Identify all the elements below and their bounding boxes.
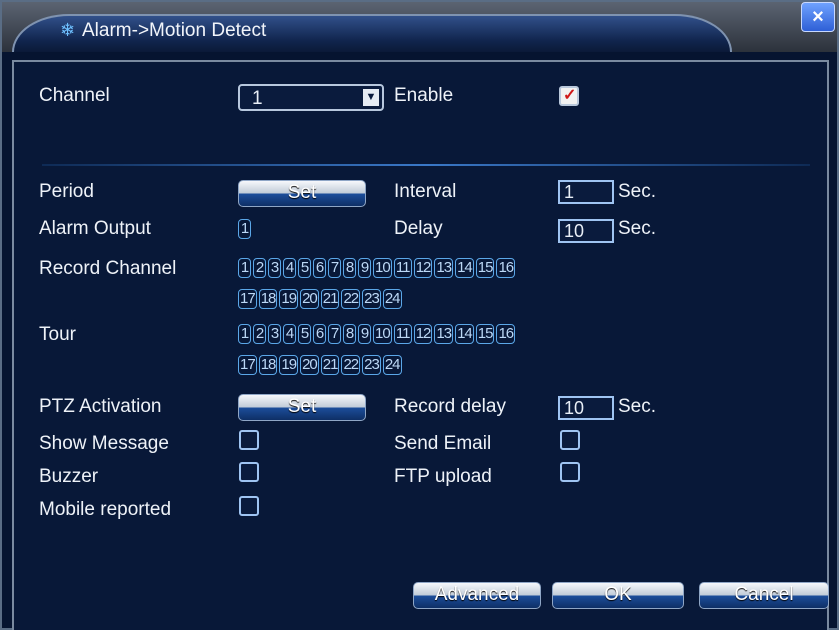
alarm-output-label: Alarm Output	[39, 218, 151, 239]
record-channel-1[interactable]: 1	[238, 258, 251, 278]
chevron-down-icon[interactable]: ▼	[363, 89, 379, 106]
send-email-label: Send Email	[394, 433, 492, 454]
tour-channel-17[interactable]: 17	[238, 355, 257, 375]
settings-panel	[12, 60, 829, 630]
delay-unit: Sec.	[618, 218, 657, 239]
tour-channel-7[interactable]: 7	[328, 324, 341, 344]
buzzer-label: Buzzer	[39, 466, 99, 487]
title-bar: ❄ Alarm->Motion Detect ×	[2, 2, 837, 52]
tour-row-1: 1 2 3 4 5 6 7 8 9 10 11 12 13 14 15 16	[238, 324, 517, 344]
record-channel-6[interactable]: 6	[313, 258, 326, 278]
ok-button[interactable]: OK	[552, 582, 684, 609]
tour-channel-21[interactable]: 21	[320, 355, 340, 375]
enable-label: Enable	[394, 85, 454, 106]
period-set-button[interactable]: Set	[238, 180, 366, 207]
alarm-output-1[interactable]: 1	[238, 219, 251, 239]
tour-row-2: 17 18 19 20 21 22 23 24	[238, 355, 404, 375]
tour-channel-2[interactable]: 2	[253, 324, 266, 344]
record-channel-15[interactable]: 15	[475, 258, 495, 278]
tour-channel-4[interactable]: 4	[283, 324, 296, 344]
record-channel-16[interactable]: 16	[496, 258, 516, 278]
show-message-label: Show Message	[39, 433, 169, 454]
tour-channel-22[interactable]: 22	[341, 355, 361, 375]
record-channel-13[interactable]: 13	[434, 258, 454, 278]
window-title: Alarm->Motion Detect	[82, 20, 267, 41]
interval-input[interactable]: 1	[558, 180, 614, 204]
tour-channel-9[interactable]: 9	[358, 324, 371, 344]
tour-channel-20[interactable]: 20	[300, 355, 319, 375]
record-channel-8[interactable]: 8	[343, 258, 356, 278]
record-channel-row-2: 17 18 19 20 21 22 23 24	[238, 289, 404, 309]
send-email-checkbox[interactable]	[560, 430, 580, 450]
cancel-button[interactable]: Cancel	[699, 582, 829, 609]
record-channel-20[interactable]: 20	[300, 289, 319, 309]
record-channel-12[interactable]: 12	[413, 258, 433, 278]
ftp-upload-checkbox[interactable]	[560, 462, 580, 482]
mobile-reported-label: Mobile reported	[39, 499, 172, 520]
show-message-checkbox[interactable]	[239, 430, 259, 450]
tour-channel-18[interactable]: 18	[258, 355, 278, 375]
tour-channel-14[interactable]: 14	[455, 324, 474, 344]
record-delay-unit: Sec.	[618, 396, 657, 417]
tour-channel-8[interactable]: 8	[343, 324, 356, 344]
record-channel-11[interactable]: 11	[393, 258, 412, 278]
tour-channel-12[interactable]: 12	[413, 324, 433, 344]
record-channel-21[interactable]: 21	[320, 289, 340, 309]
tour-channel-11[interactable]: 11	[393, 324, 412, 344]
record-channel-9[interactable]: 9	[358, 258, 371, 278]
record-channel-14[interactable]: 14	[455, 258, 474, 278]
interval-unit: Sec.	[618, 181, 657, 202]
tour-channel-13[interactable]: 13	[434, 324, 454, 344]
tour-channel-1[interactable]: 1	[238, 324, 251, 344]
alarm-output-grid: 1	[238, 219, 253, 239]
buzzer-checkbox[interactable]	[239, 462, 259, 482]
record-channel-18[interactable]: 18	[258, 289, 278, 309]
tour-channel-6[interactable]: 6	[313, 324, 326, 344]
tour-channel-16[interactable]: 16	[496, 324, 516, 344]
record-channel-5[interactable]: 5	[298, 258, 311, 278]
channel-select[interactable]: 1 ▼	[238, 84, 384, 111]
delay-input[interactable]: 10	[558, 219, 614, 243]
close-button[interactable]: ×	[801, 2, 835, 32]
ptz-set-button[interactable]: Set	[238, 394, 366, 421]
record-channel-label: Record Channel	[39, 258, 177, 279]
alarm-icon: ❄	[60, 20, 76, 40]
record-channel-23[interactable]: 23	[362, 289, 381, 309]
tour-label: Tour	[39, 324, 76, 345]
record-channel-2[interactable]: 2	[253, 258, 266, 278]
tour-channel-10[interactable]: 10	[373, 324, 392, 344]
advanced-button[interactable]: Advanced	[413, 582, 541, 609]
mobile-reported-checkbox[interactable]	[239, 496, 259, 516]
tour-channel-24[interactable]: 24	[382, 355, 402, 375]
record-channel-17[interactable]: 17	[238, 289, 257, 309]
delay-label: Delay	[394, 218, 443, 239]
ptz-activation-label: PTZ Activation	[39, 396, 162, 417]
tour-channel-15[interactable]: 15	[475, 324, 495, 344]
record-delay-input[interactable]: 10	[558, 396, 614, 420]
close-icon: ×	[812, 6, 824, 28]
record-channel-row-1: 1 2 3 4 5 6 7 8 9 10 11 12 13 14 15 16	[238, 258, 517, 278]
channel-value: 1	[252, 88, 263, 109]
channel-label: Channel	[39, 85, 110, 106]
enable-checkbox[interactable]	[559, 85, 579, 106]
record-channel-7[interactable]: 7	[328, 258, 341, 278]
interval-label: Interval	[394, 181, 457, 202]
record-channel-22[interactable]: 22	[341, 289, 361, 309]
record-channel-19[interactable]: 19	[279, 289, 299, 309]
record-channel-24[interactable]: 24	[382, 289, 402, 309]
divider	[42, 164, 810, 166]
record-delay-label: Record delay	[394, 396, 506, 417]
motion-detect-dialog: ❄ Alarm->Motion Detect × Channel 1 ▼ Ena…	[0, 0, 839, 630]
record-channel-10[interactable]: 10	[373, 258, 392, 278]
tour-channel-23[interactable]: 23	[362, 355, 381, 375]
tour-channel-19[interactable]: 19	[279, 355, 299, 375]
tour-channel-5[interactable]: 5	[298, 324, 311, 344]
record-channel-3[interactable]: 3	[268, 258, 281, 278]
ftp-upload-label: FTP upload	[394, 466, 492, 487]
tour-channel-3[interactable]: 3	[268, 324, 281, 344]
record-channel-4[interactable]: 4	[283, 258, 296, 278]
period-label: Period	[39, 181, 94, 202]
